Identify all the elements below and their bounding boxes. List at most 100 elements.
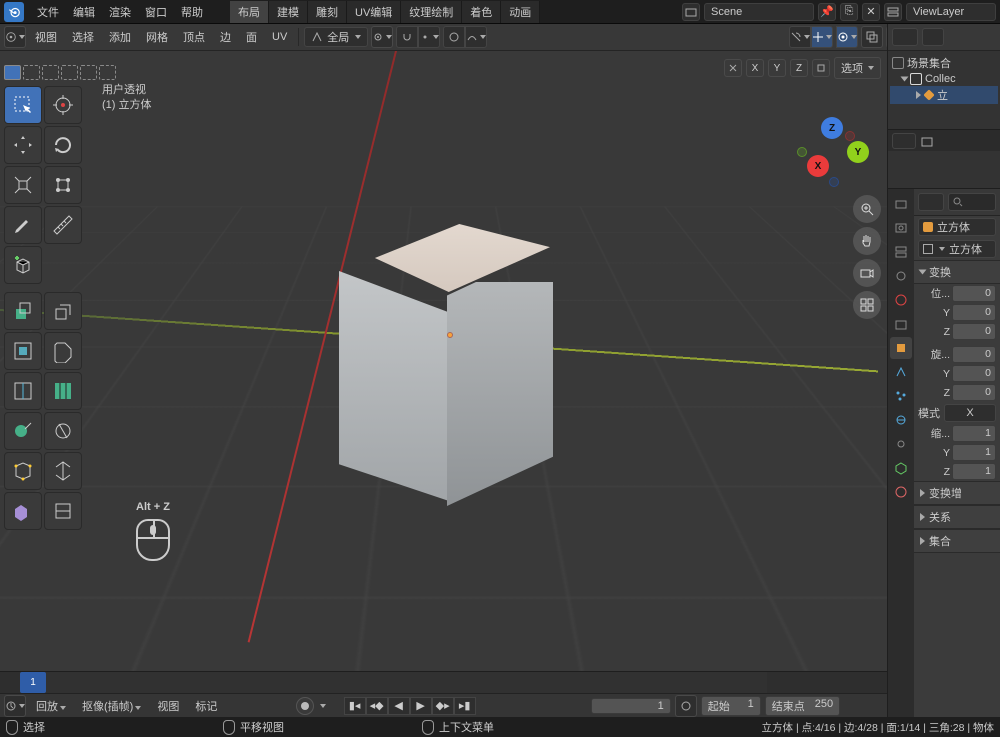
propedit-toggle[interactable] <box>443 26 465 48</box>
rot-x-field[interactable]: 0 <box>952 346 996 363</box>
tool-select-box[interactable] <box>4 86 42 124</box>
outliner-scene-collection[interactable]: 场景集合 <box>890 54 998 72</box>
tab-render[interactable] <box>890 193 912 215</box>
gizmo-neg-x[interactable] <box>845 131 855 141</box>
mirror-icon[interactable] <box>724 59 742 77</box>
scale-y-field[interactable]: 1 <box>952 444 996 461</box>
next-key-icon[interactable]: ◆▸ <box>432 697 454 715</box>
tool-move[interactable] <box>4 126 42 164</box>
gizmo-neg-z[interactable] <box>829 177 839 187</box>
hdr-select[interactable]: 选择 <box>66 27 100 47</box>
tab-output[interactable] <box>890 217 912 239</box>
loc-x-field[interactable]: 0 <box>952 285 996 302</box>
outliner-object-cube[interactable]: 立 <box>890 86 998 104</box>
tab-viewlayer[interactable] <box>890 241 912 263</box>
disclosure-icon[interactable] <box>901 77 909 82</box>
prop-search[interactable] <box>948 193 996 211</box>
viewlayer-browse-icon[interactable] <box>884 3 902 21</box>
persp-ortho-icon[interactable] <box>853 291 881 319</box>
tab-mesh-data[interactable] <box>890 457 912 479</box>
tl-view[interactable]: 视图 <box>151 696 185 716</box>
outliner-collection[interactable]: Collec <box>890 72 998 86</box>
rot-y-field[interactable]: 0 <box>952 365 996 382</box>
hdr-add[interactable]: 添加 <box>103 27 137 47</box>
orientation-dropdown[interactable]: 全局 <box>304 27 368 47</box>
timeline-editor-icon[interactable] <box>4 695 26 717</box>
select-mode-5[interactable] <box>80 65 97 80</box>
loc-z-field[interactable]: 0 <box>952 323 996 340</box>
object-name-pill[interactable]: 立方体 <box>918 218 996 236</box>
camera-icon[interactable] <box>853 259 881 287</box>
tool-knife[interactable] <box>4 412 42 450</box>
hdr-view[interactable]: 视图 <box>29 27 63 47</box>
zoom-icon[interactable] <box>853 195 881 223</box>
start-frame-field[interactable]: 起始1 <box>701 696 761 716</box>
cube-mesh[interactable] <box>339 224 552 514</box>
tool-extrude-normals[interactable] <box>44 292 82 330</box>
options-dropdown[interactable]: 选项 <box>834 57 881 79</box>
scene-delete-icon[interactable]: ✕ <box>862 3 880 21</box>
autokey-options[interactable] <box>320 704 326 708</box>
tool-extrude-region[interactable] <box>4 292 42 330</box>
gizmo-x[interactable]: X <box>807 155 829 177</box>
select-mode-3[interactable] <box>42 65 59 80</box>
gizmo-y[interactable]: Y <box>847 141 869 163</box>
overlay-toggle[interactable] <box>836 26 858 48</box>
tool-cursor[interactable] <box>44 86 82 124</box>
tab-object[interactable] <box>890 337 912 359</box>
tool-rotate[interactable] <box>44 126 82 164</box>
tab-modifiers[interactable] <box>890 361 912 383</box>
playhead[interactable]: 1 <box>20 672 46 693</box>
tab-uv[interactable]: UV编辑 <box>347 1 401 23</box>
tab-constraints[interactable] <box>890 433 912 455</box>
gizmo-neg-y[interactable] <box>797 147 807 157</box>
outliner-tree[interactable]: 场景集合 Collec 立 <box>888 51 1000 107</box>
autokey-toggle[interactable] <box>296 697 314 715</box>
jump-end-icon[interactable]: ▸▮ <box>454 697 476 715</box>
tool-bisect[interactable] <box>44 412 82 450</box>
tool-annotate[interactable] <box>4 206 42 244</box>
outliner-editor-dropdown[interactable] <box>892 28 918 46</box>
tab-texpaint[interactable]: 纹理绘制 <box>401 1 462 23</box>
snap-type[interactable] <box>418 26 440 48</box>
axis-z-button[interactable]: Z <box>790 59 808 77</box>
gizmo-z[interactable]: Z <box>821 117 843 139</box>
3d-viewport[interactable]: X Y Z 选项 <box>0 51 887 693</box>
disclosure-icon[interactable] <box>916 91 921 99</box>
tab-physics[interactable] <box>890 409 912 431</box>
preview-range-icon[interactable] <box>675 695 697 717</box>
tl-marker[interactable]: 标记 <box>189 696 223 716</box>
tab-scene[interactable] <box>890 265 912 287</box>
tool-measure[interactable] <box>44 206 82 244</box>
hdr-face[interactable]: 面 <box>240 27 263 47</box>
new-collection-icon[interactable] <box>920 134 934 148</box>
scale-z-field[interactable]: 1 <box>952 463 996 480</box>
rot-mode-dropdown[interactable]: X <box>944 404 996 422</box>
tl-playback[interactable]: 回放 <box>30 696 72 716</box>
tool-scale[interactable] <box>4 166 42 204</box>
relations-panel-header[interactable]: 关系 <box>914 505 1000 529</box>
select-mode-6[interactable] <box>99 65 116 80</box>
axis-x-button[interactable]: X <box>746 59 764 77</box>
tab-material[interactable] <box>890 481 912 503</box>
snap-toggle[interactable] <box>396 26 418 48</box>
tab-layout[interactable]: 布局 <box>230 1 269 23</box>
rot-z-field[interactable]: 0 <box>952 384 996 401</box>
loc-y-field[interactable]: 0 <box>952 304 996 321</box>
tool-polybuild[interactable] <box>4 452 42 490</box>
play-rev-icon[interactable]: ◀ <box>388 697 410 715</box>
tool-offset-loop[interactable] <box>44 372 82 410</box>
tool-edge-slide[interactable] <box>44 492 82 530</box>
hdr-vertex[interactable]: 顶点 <box>177 27 211 47</box>
tool-smooth[interactable] <box>4 492 42 530</box>
tl-keying[interactable]: 抠像(插帧) <box>76 696 147 716</box>
tool-loopcut[interactable] <box>4 372 42 410</box>
pan-icon[interactable] <box>853 227 881 255</box>
nav-gizmo[interactable]: Z Y X <box>799 119 865 185</box>
tool-transform[interactable] <box>44 166 82 204</box>
menu-file[interactable]: 文件 <box>30 4 66 20</box>
editor-type-dropdown[interactable] <box>4 26 26 48</box>
play-icon[interactable]: ▶ <box>410 697 432 715</box>
select-mode-4[interactable] <box>61 65 78 80</box>
tab-particles[interactable] <box>890 385 912 407</box>
